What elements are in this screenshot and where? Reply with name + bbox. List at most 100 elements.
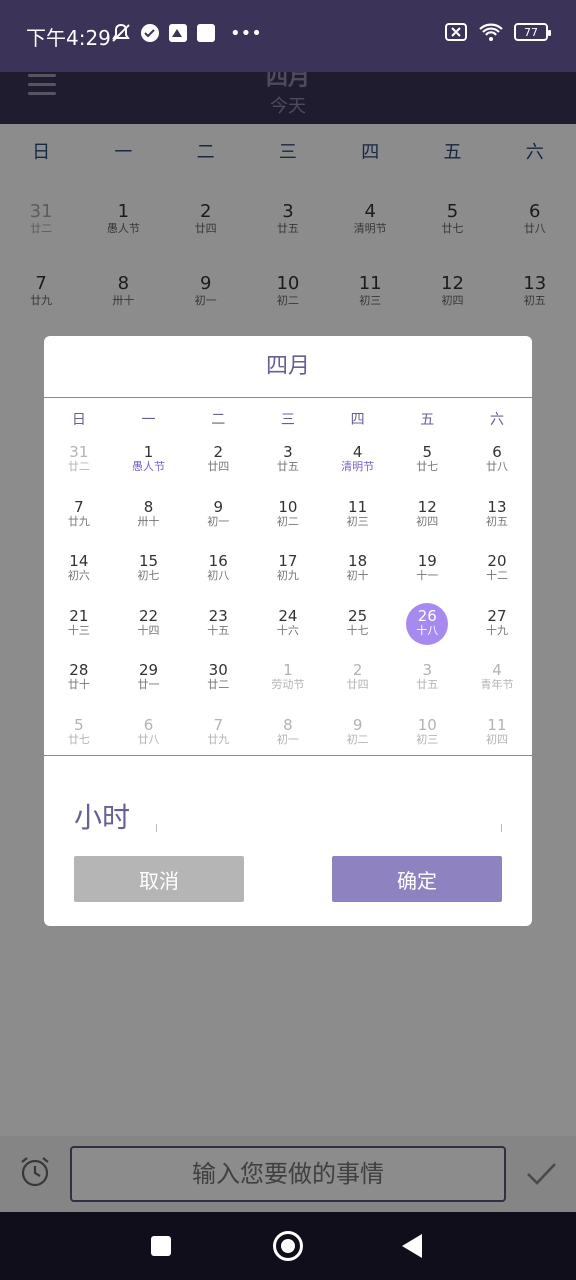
lunar-label: 十四: [137, 623, 160, 637]
lunar-label: 十一: [416, 569, 439, 582]
lunar-label: 十六: [276, 623, 299, 637]
day-cell[interactable]: 11 初四: [462, 713, 532, 768]
lunar-label: 初一: [207, 514, 230, 528]
day-number: 10: [278, 497, 298, 516]
day-cell[interactable]: 20 十二: [462, 549, 532, 604]
day-cell[interactable]: 27 十九: [462, 604, 532, 659]
day-number: 8: [283, 715, 293, 734]
day-cell[interactable]: 25 十七: [323, 604, 393, 659]
day-number: 28: [69, 661, 89, 679]
day-number: 18: [348, 552, 368, 570]
day-cell[interactable]: 4 青年节: [462, 658, 532, 713]
day-cell[interactable]: 8 初一: [253, 713, 323, 768]
selected-day-cell[interactable]: 26 十八: [392, 602, 462, 659]
dialog-weekday: 四: [350, 412, 365, 428]
day-cell[interactable]: 5 廿七: [392, 440, 462, 495]
lunar-label: 廿七: [67, 732, 90, 746]
day-number: 7: [74, 497, 84, 516]
day-cell[interactable]: 6 廿八: [114, 713, 184, 768]
day-number: 3: [283, 443, 293, 461]
lunar-label: 初九: [276, 569, 299, 582]
day-cell[interactable]: 3 廿五: [392, 658, 462, 713]
lunar-label: 十三: [67, 623, 90, 637]
day-number: 17: [278, 552, 298, 570]
day-cell[interactable]: 18 初十: [323, 549, 393, 604]
recent-apps-icon[interactable]: [151, 1236, 171, 1256]
day-cell[interactable]: 31 廿二: [44, 440, 114, 495]
day-number: 6: [492, 443, 502, 461]
dialog-week-row: 31 廿二 1 愚人节 2 廿四 3 廿五 4 清明节 5 廿七 6 廿八: [44, 440, 532, 495]
day-cell[interactable]: 7 廿九: [44, 495, 114, 550]
cancel-button[interactable]: 取消: [74, 856, 244, 902]
day-cell[interactable]: 23 十五: [183, 604, 253, 659]
lunar-label: 初七: [137, 569, 160, 582]
day-cell[interactable]: 9 初二: [323, 713, 393, 768]
day-cell[interactable]: 1 愚人节: [114, 440, 184, 495]
day-number: 8: [143, 497, 154, 516]
lunar-label: 青年节: [480, 678, 514, 691]
day-cell[interactable]: 12 初四: [392, 495, 462, 550]
lunar-label: 愚人节: [132, 460, 166, 473]
hour-label: 小时: [74, 801, 131, 834]
day-cell[interactable]: 6 廿八: [462, 440, 532, 495]
day-cell[interactable]: 7 廿九: [183, 713, 253, 768]
lunar-label: 卅十: [137, 514, 160, 528]
day-cell[interactable]: 11 初三: [323, 495, 393, 550]
day-cell[interactable]: 4 清明节: [323, 440, 393, 495]
day-cell[interactable]: 19 十一: [392, 549, 462, 604]
day-cell[interactable]: 2 廿四: [183, 440, 253, 495]
day-cell[interactable]: 10 初二: [253, 495, 323, 550]
day-number: 1: [143, 443, 154, 461]
day-cell[interactable]: 9 初一: [183, 495, 253, 550]
home-icon[interactable]: [273, 1231, 303, 1261]
day-number: 13: [487, 497, 507, 516]
day-cell[interactable]: 1 劳动节: [253, 658, 323, 713]
lunar-label: 十七: [346, 623, 369, 637]
day-cell[interactable]: 29 廿一: [114, 658, 184, 713]
day-number: 21: [69, 606, 89, 625]
day-cell[interactable]: 2 廿四: [323, 658, 393, 713]
day-cell[interactable]: 22 十四: [114, 604, 184, 659]
day-cell[interactable]: 14 初六: [44, 549, 114, 604]
day-number: 11: [348, 497, 368, 516]
day-cell[interactable]: 28 廿十: [44, 658, 114, 713]
hour-picker-tick-right: [501, 824, 502, 832]
day-number: 7: [213, 715, 223, 734]
day-cell[interactable]: 10 初三: [392, 713, 462, 768]
lunar-label: 劳动节: [271, 678, 305, 691]
lunar-label: 廿二: [67, 460, 90, 473]
confirm-button[interactable]: 确定: [332, 856, 502, 902]
lunar-label: 十二: [485, 569, 508, 582]
day-cell[interactable]: 21 十三: [44, 604, 114, 659]
dialog-month-title: 四月: [44, 336, 532, 398]
day-cell[interactable]: 16 初八: [183, 549, 253, 604]
day-cell[interactable]: 8 卅十: [114, 495, 184, 550]
status-time: 下午4:29: [26, 26, 111, 50]
lunar-label: 初十: [346, 569, 369, 582]
day-cell[interactable]: 5 廿七: [44, 713, 114, 768]
lunar-label: 廿四: [207, 460, 230, 473]
day-cell[interactable]: 13 初五: [462, 495, 532, 550]
day-number: 29: [138, 661, 159, 679]
dialog-weekday-header: 日一二三四五六: [44, 398, 532, 440]
day-cell[interactable]: 3 廿五: [253, 440, 323, 495]
day-cell[interactable]: 24 十六: [253, 604, 323, 659]
back-icon[interactable]: [402, 1234, 422, 1258]
day-cell[interactable]: 15 初七: [114, 549, 184, 604]
hour-picker-tick-left: [156, 824, 157, 832]
lunar-label: 廿七: [416, 460, 439, 473]
dialog-weekday: 五: [420, 412, 435, 428]
dialog-week-row: 21 十三 22 十四 23 十五 24 十六 25 十七 26 十八 27 十九: [44, 602, 532, 659]
day-cell[interactable]: 17 初九: [253, 549, 323, 604]
dialog-weekday: 六: [489, 412, 504, 428]
lunar-label: 初五: [485, 514, 508, 528]
dialog-day-grid: 31 廿二 1 愚人节 2 廿四 3 廿五 4 清明节 5 廿七 6 廿八 7 廿九 8 卅十 9 初一 10 初二 11 初…: [44, 440, 532, 756]
system-nav-bar: [0, 1212, 576, 1280]
day-cell[interactable]: 30 廿二: [183, 658, 253, 713]
dialog-weekday: 二: [211, 412, 226, 428]
day-number: 4: [352, 443, 363, 461]
day-number: 9: [352, 715, 363, 734]
dialog-weekday: 日: [71, 412, 86, 428]
day-number: 6: [143, 715, 154, 734]
lunar-label: 廿二: [207, 678, 230, 691]
